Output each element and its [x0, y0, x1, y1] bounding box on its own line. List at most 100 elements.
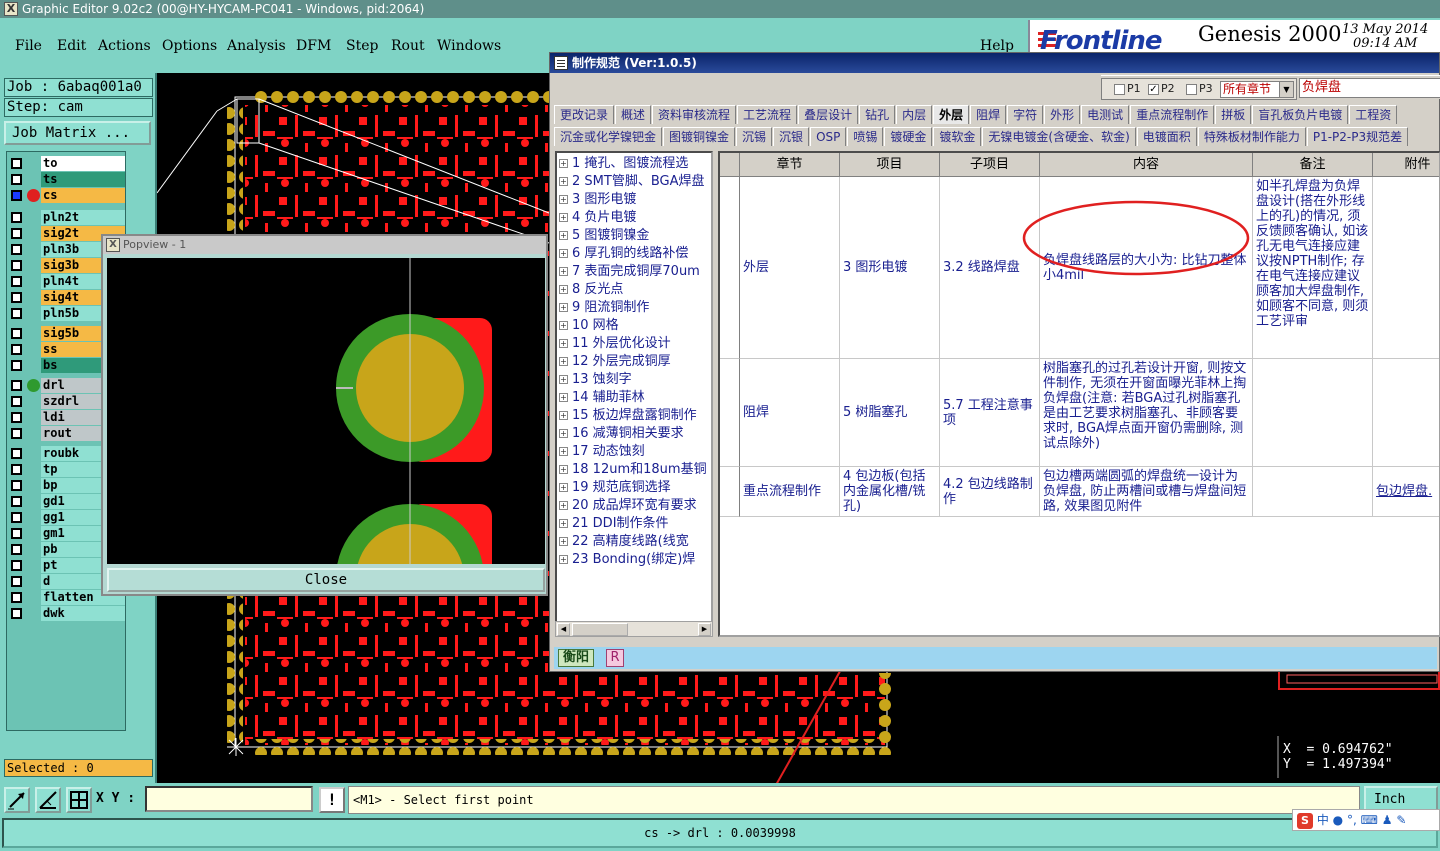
ime-punct-icon[interactable]: °, — [1347, 813, 1357, 827]
layer-checkbox[interactable] — [11, 380, 22, 391]
tab-primary[interactable]: 叠层设计 — [798, 105, 859, 124]
tab-secondary[interactable]: 无镍电镀金(含硬金、软金) — [982, 127, 1136, 146]
popview-close-button[interactable]: Close — [107, 568, 545, 592]
grid-header-chapter[interactable]: 章节 — [740, 153, 840, 177]
layer-checkbox[interactable] — [11, 360, 22, 371]
tab-secondary[interactable]: 图镀铜镍金 — [663, 127, 736, 146]
tab-secondary[interactable]: OSP — [810, 127, 847, 146]
layer-checkbox[interactable] — [11, 592, 22, 603]
tab-secondary[interactable]: 特殊板材制作能力 — [1197, 127, 1306, 146]
tree-item[interactable]: +6 厚孔铜的线路补偿 — [559, 245, 711, 263]
layer-checkbox[interactable] — [11, 528, 22, 539]
table-row-2-item[interactable]: 5 树脂塞孔 — [840, 359, 940, 467]
ime-mode[interactable]: 中 — [1317, 813, 1329, 827]
tree-item[interactable]: +20 成品焊环宽有要求 — [559, 497, 711, 515]
expand-plus-icon[interactable]: + — [559, 177, 568, 186]
layer-checkbox[interactable] — [11, 174, 22, 185]
tree-item[interactable]: +18 12um和18um基铜 — [559, 461, 711, 479]
tab-secondary[interactable]: P1-P2-P3规范差 — [1306, 127, 1409, 146]
table-row-2-chapter[interactable]: 阻焊 — [740, 359, 840, 467]
expand-plus-icon[interactable]: + — [559, 321, 568, 330]
tree-item[interactable]: +2 SMT管脚、BGA焊盘 — [559, 173, 711, 191]
layer-checkbox[interactable] — [11, 344, 22, 355]
grid-header-remark[interactable]: 备注 — [1253, 153, 1373, 177]
tab-primary[interactable]: 工程资 — [1349, 105, 1398, 124]
tab-primary[interactable]: 概述 — [615, 105, 652, 124]
layer-name[interactable]: ts — [41, 172, 125, 187]
expand-plus-icon[interactable]: + — [559, 483, 568, 492]
ime-toolbar[interactable]: S 中 ● °, ⌨ ♟ ✎ — [1292, 809, 1440, 831]
tree-item[interactable]: +12 外层完成铜厚 — [559, 353, 711, 371]
tree-item[interactable]: +23 Bonding(绑定)焊 — [559, 551, 711, 569]
tree-item[interactable]: +15 板边焊盘露铜制作 — [559, 407, 711, 425]
layer-checkbox[interactable] — [11, 276, 22, 287]
table-row-3-subitem[interactable]: 4.2 包边线路制作 — [940, 467, 1040, 517]
scroll-thumb[interactable] — [572, 623, 628, 636]
layer-checkbox[interactable] — [11, 464, 22, 475]
tab-primary[interactable]: 内层 — [896, 105, 933, 124]
measure-button[interactable] — [35, 787, 61, 813]
table-row-1-chapter[interactable]: 外层 — [740, 177, 840, 359]
tree-item[interactable]: +17 动态蚀刻 — [559, 443, 711, 461]
layer-checkbox[interactable] — [11, 292, 22, 303]
tree-item[interactable]: +16 减薄铜相关要求 — [559, 425, 711, 443]
expand-plus-icon[interactable]: + — [559, 555, 568, 564]
grid-header-item[interactable]: 项目 — [840, 153, 940, 177]
row-selector[interactable] — [720, 177, 740, 359]
expand-plus-icon[interactable]: + — [559, 213, 568, 222]
layer-checkbox[interactable] — [11, 158, 22, 169]
expand-plus-icon[interactable]: + — [559, 465, 568, 474]
tab-primary[interactable]: 更改记录 — [554, 105, 615, 124]
menu-rout[interactable]: Rout — [391, 38, 425, 54]
table-row-3-chapter[interactable]: 重点流程制作 — [740, 467, 840, 517]
table-row-1-item[interactable]: 3 图形电镀 — [840, 177, 940, 359]
expand-plus-icon[interactable]: + — [559, 249, 568, 258]
grid-header-content[interactable]: 内容 — [1040, 153, 1253, 177]
table-row-2-subitem[interactable]: 5.7 工程注意事项 — [940, 359, 1040, 467]
layer-checkbox[interactable] — [11, 190, 22, 201]
site-hengyang-button[interactable]: 衡阳 — [558, 649, 595, 667]
menu-edit[interactable]: Edit — [57, 38, 86, 54]
layer-checkbox[interactable] — [11, 396, 22, 407]
tab-secondary[interactable]: 镀软金 — [933, 127, 982, 146]
layer-row[interactable]: pln2t — [9, 210, 125, 225]
table-row-1-remark[interactable]: 如半孔焊盘为负焊盘设计(搭在外形线上的孔)的情况, 须反馈顾客确认, 如该孔无电… — [1253, 177, 1373, 359]
tree-item[interactable]: +22 高精度线路(线宽 — [559, 533, 711, 551]
layer-checkbox[interactable] — [11, 328, 22, 339]
layer-checkbox[interactable] — [11, 560, 22, 571]
table-row-3-remark[interactable] — [1253, 467, 1373, 517]
layer-checkbox[interactable] — [11, 412, 22, 423]
chevron-down-icon[interactable]: ▼ — [1279, 82, 1293, 97]
tab-primary[interactable]: 电测试 — [1081, 105, 1130, 124]
expand-plus-icon[interactable]: + — [559, 285, 568, 294]
tab-primary[interactable]: 重点流程制作 — [1130, 105, 1215, 124]
layer-checkbox[interactable] — [11, 308, 22, 319]
grid-header-subitem[interactable]: 子项目 — [940, 153, 1040, 177]
tab-secondary[interactable]: 电镀面积 — [1136, 127, 1197, 146]
warning-button[interactable]: ! — [319, 787, 345, 813]
r-button[interactable]: R — [606, 649, 624, 667]
tab-primary[interactable]: 外形 — [1044, 105, 1081, 124]
layer-name[interactable]: dwk — [41, 606, 125, 621]
tab-primary[interactable]: 外层 — [933, 105, 970, 124]
tree-item[interactable]: +9 阻流铜制作 — [559, 299, 711, 317]
grid-button[interactable] — [66, 787, 92, 813]
expand-plus-icon[interactable]: + — [559, 159, 568, 168]
job-matrix-button[interactable]: Job Matrix ... — [4, 121, 151, 145]
table-row-3-attachment[interactable]: 包边焊盘. — [1373, 467, 1439, 517]
menu-analysis[interactable]: Analysis — [227, 38, 286, 54]
menu-actions[interactable]: Actions — [98, 38, 151, 54]
tree-item[interactable]: +1 掩孔、图镀流程选 — [559, 155, 711, 173]
zoom-fit-button[interactable] — [4, 787, 30, 813]
tab-secondary[interactable]: 镀硬金 — [884, 127, 933, 146]
layer-checkbox[interactable] — [11, 428, 22, 439]
row-selector[interactable] — [720, 467, 740, 517]
table-row-3-content[interactable]: 包边槽两端圆弧的焊盘统一设计为负焊盘, 防止两槽间或槽与焊盘间短路, 效果图见附… — [1040, 467, 1253, 517]
layer-checkbox[interactable] — [11, 512, 22, 523]
menu-options[interactable]: Options — [162, 38, 217, 54]
layer-row[interactable]: cs — [9, 188, 125, 203]
p2-checkbox[interactable]: ✓ — [1148, 84, 1159, 95]
layer-name[interactable]: cs — [41, 188, 125, 203]
tree-item[interactable]: +19 规范底铜选择 — [559, 479, 711, 497]
tree-item[interactable]: +10 网格 — [559, 317, 711, 335]
